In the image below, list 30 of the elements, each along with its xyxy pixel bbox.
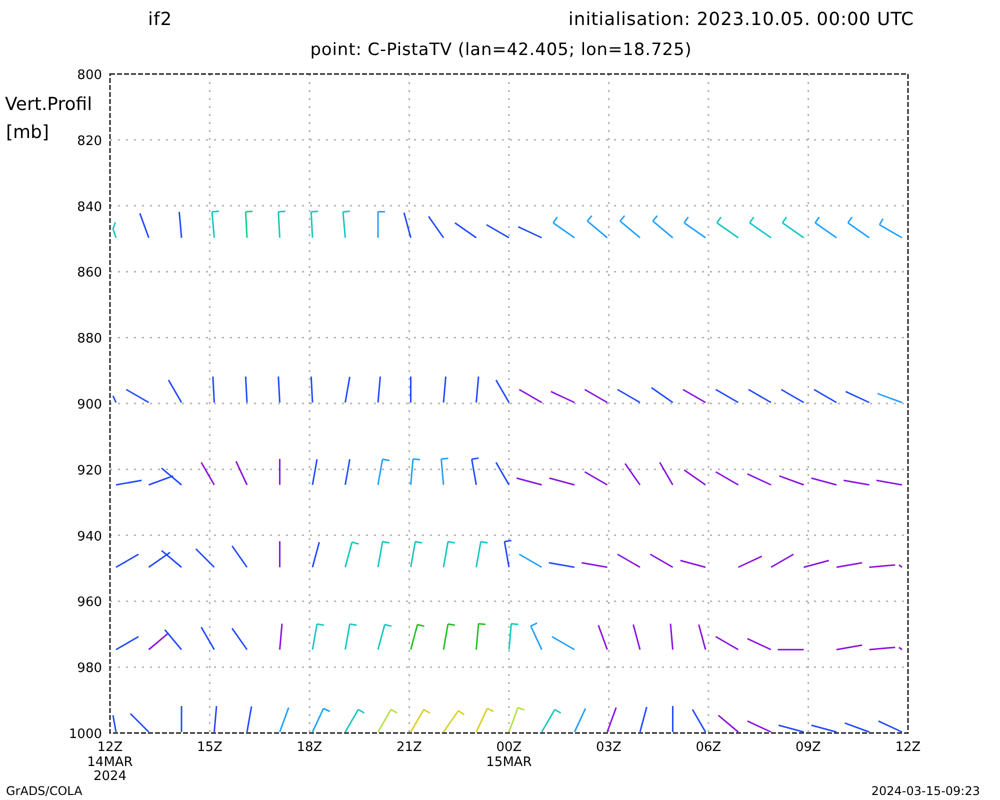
plot-title: point: C-PistaTV (lan=42.405; lon=18.725)	[310, 39, 692, 62]
x-date-label: 15MAR	[486, 755, 532, 770]
y-tick-label: 1000	[68, 727, 102, 742]
x-tick-label: 21Z	[396, 740, 422, 755]
x-tick-label: 06Z	[696, 740, 722, 755]
x-year-label: 2024	[93, 769, 127, 782]
x-tick-label: 12Z	[97, 740, 123, 755]
y-tick-label: 840	[77, 200, 102, 215]
y-axis-unit: [mb]	[6, 122, 50, 143]
timestamp: 2024-03-15-09:23	[871, 783, 981, 800]
software-credit: GrADS/COLA	[6, 783, 82, 800]
model-name: if2	[148, 8, 172, 32]
y-tick-label: 900	[77, 398, 102, 412]
x-tick-label: 00Z	[496, 740, 522, 755]
x-tick-label: 15Z	[197, 740, 222, 755]
x-tick-label: 03Z	[596, 740, 622, 755]
y-tick-label: 820	[77, 134, 102, 149]
y-tick-label: 980	[77, 661, 102, 676]
y-tick-label: 920	[77, 463, 102, 478]
x-tick-label: 09Z	[796, 740, 821, 755]
y-axis-label: Vert.Profil	[5, 94, 92, 115]
y-tick-label: 960	[77, 595, 102, 610]
initialisation-time: initialisation: 2023.10.05. 00:00 UTC	[568, 8, 914, 32]
y-tick-label: 880	[77, 332, 102, 347]
x-tick-label: 18Z	[296, 740, 322, 755]
y-tick-label: 860	[77, 266, 102, 281]
y-tick-label: 800	[77, 68, 102, 83]
x-tick-label: 12Z	[895, 740, 921, 755]
x-date-label: 14MAR	[87, 755, 133, 770]
y-tick-label: 940	[77, 529, 102, 544]
